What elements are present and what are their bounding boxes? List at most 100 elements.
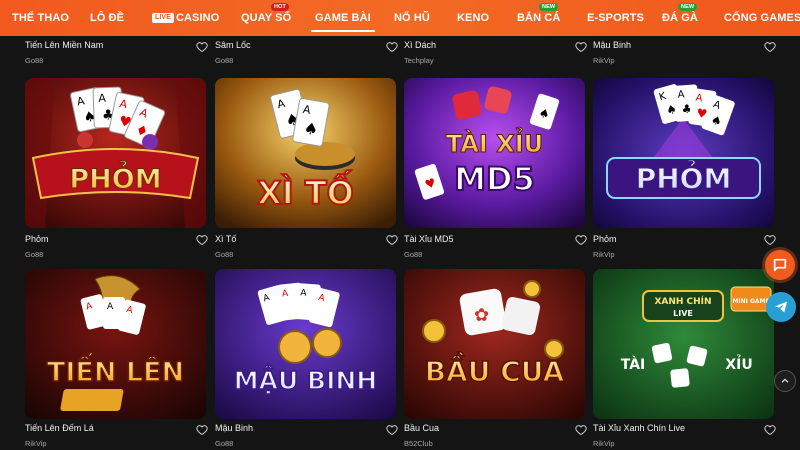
hot-badge: HOT xyxy=(271,3,289,11)
game-card[interactable]: A ♠ A ♣ A ♥ A ♦ PHỎM Phỏm Go88 xyxy=(25,78,208,263)
game-title: Mậu Binh xyxy=(215,423,254,433)
game-title: Phỏm xyxy=(593,234,617,244)
new-badge: NEW xyxy=(678,3,698,11)
heart-icon[interactable] xyxy=(386,234,398,246)
game-title: Tiến Lên Miền Nam xyxy=(25,40,104,50)
top-navigation: THỂ THAO LÔ ĐỀ LIVE CASINO QUAY SỐ HOT GAM… xyxy=(0,0,800,36)
game-art-title: PHỎM xyxy=(69,159,161,195)
game-title: Xì Dách xyxy=(404,40,437,50)
game-art-title: XÌ TỐ xyxy=(257,169,354,212)
nav-item-e-sports[interactable]: E-SPORTS xyxy=(587,0,644,36)
telegram-icon xyxy=(775,301,787,313)
game-provider: RikVip xyxy=(593,439,615,448)
nav-item-casino[interactable]: LIVE CASINO xyxy=(152,0,219,36)
game-thumbnail[interactable]: ♠ ♥ TÀI XỈU MD5 xyxy=(404,78,585,228)
game-art-title: TÀI XỈU xyxy=(446,125,543,158)
game-card[interactable]: A ♠ A ♠ XÌ TỐ Xì Tố Go88 xyxy=(215,78,398,263)
game-card-info[interactable]: Sâm Lốc Go88 xyxy=(215,36,398,70)
heart-icon[interactable] xyxy=(575,41,587,53)
game-thumbnail[interactable]: A ♠ A ♣ A ♥ A ♦ PHỎM xyxy=(25,78,206,228)
chevron-up-icon xyxy=(781,378,789,383)
game-thumbnail[interactable]: A A A A MẬU BINH xyxy=(215,269,396,419)
svg-text:A: A xyxy=(98,92,106,105)
game-art-minigame: MINI GAME xyxy=(732,298,769,305)
game-art-subtitle: MD5 xyxy=(454,160,535,198)
game-provider: RikVip xyxy=(593,56,615,65)
heart-icon[interactable] xyxy=(386,424,398,436)
heart-icon[interactable] xyxy=(764,424,776,436)
game-title: Tài Xỉu Xanh Chín Live xyxy=(593,423,686,433)
nav-item-keno[interactable]: KENO xyxy=(457,0,489,36)
svg-text:✿: ✿ xyxy=(474,305,489,326)
game-card-info[interactable]: Tiến Lên Miền Nam Go88 xyxy=(25,36,208,70)
game-provider: Techplay xyxy=(404,56,434,65)
nav-label: QUAY SỐ xyxy=(241,12,292,24)
game-thumbnail[interactable]: A ♠ A ♠ XÌ TỐ xyxy=(215,78,396,228)
nav-label: GAME BÀI xyxy=(315,12,371,24)
nav-label: THỂ THAO xyxy=(12,12,70,24)
nav-item-ban-ca[interactable]: BẮN CÁ NEW xyxy=(517,0,560,36)
game-thumbnail[interactable]: ✿ BẦU CUA xyxy=(404,269,585,419)
nav-item-the-thao[interactable]: THỂ THAO xyxy=(12,0,69,36)
nav-item-game-bai[interactable]: GAME BÀI xyxy=(311,0,375,36)
game-card-info[interactable]: Xì Dách Techplay xyxy=(404,36,587,70)
game-art-title: MẬU BINH xyxy=(234,365,377,395)
heart-icon[interactable] xyxy=(196,424,208,436)
game-art-tai: TÀI xyxy=(621,356,646,373)
nav-label: CASINO xyxy=(175,12,220,24)
game-provider: RikVip xyxy=(593,250,615,259)
heart-icon[interactable] xyxy=(764,41,776,53)
game-card[interactable]: A A A A MẬU BINH Mậu Binh Go88 xyxy=(215,269,398,450)
game-art-badge: XANH CHÍN xyxy=(654,295,711,307)
chat-support-button[interactable] xyxy=(765,250,795,280)
heart-icon[interactable] xyxy=(386,41,398,53)
game-grid: Tiến Lên Miền Nam Go88 Sâm Lốc Go88 Xì D… xyxy=(0,36,800,450)
game-provider: Go88 xyxy=(25,250,44,259)
game-provider: Go88 xyxy=(25,56,44,65)
game-card[interactable]: K ♠ A ♣ A ♥ A ♠ PHỎM Phỏm RikVip xyxy=(593,78,776,263)
game-provider: Go88 xyxy=(404,250,423,259)
heart-icon[interactable] xyxy=(575,424,587,436)
game-card[interactable]: XANH CHÍN LIVE MINI GAME TÀI XỈU Tài Xỉu… xyxy=(593,269,776,450)
game-art-title: BẦU CUA xyxy=(425,351,565,388)
nav-label: LÔ ĐỀ xyxy=(90,12,125,24)
heart-icon[interactable] xyxy=(575,234,587,246)
game-art-title: PHỎM xyxy=(636,157,732,195)
nav-label: E-SPORTS xyxy=(587,12,645,24)
game-card[interactable]: ♠ ♥ TÀI XỈU MD5 Tài Xỉu MD5 Go88 xyxy=(404,78,587,263)
game-title: Xì Tố xyxy=(215,234,237,244)
nav-item-da-ga[interactable]: ĐÁ GÀ NEW xyxy=(662,0,698,36)
game-card-info[interactable]: Mậu Binh RikVip xyxy=(593,36,776,70)
chat-icon xyxy=(773,258,787,272)
game-card[interactable]: ✿ BẦU CUA Bầu Cua B52Club xyxy=(404,269,587,450)
live-badge: LIVE xyxy=(152,13,174,23)
telegram-button[interactable] xyxy=(766,292,796,322)
scroll-top-button[interactable] xyxy=(774,370,796,392)
game-card[interactable]: A A A TIẾN LÊN Tiến Lên Đếm Lá RikVip xyxy=(25,269,208,450)
nav-label: KENO xyxy=(457,12,490,24)
nav-label: NỔ HŨ xyxy=(394,12,430,24)
nav-item-cong-games[interactable]: CỔNG GAMES xyxy=(724,0,800,36)
nav-label: BẮN CÁ xyxy=(517,12,561,24)
svg-text:A: A xyxy=(677,89,685,100)
nav-item-no-hu[interactable]: NỔ HŨ xyxy=(394,0,430,36)
heart-icon[interactable] xyxy=(764,234,776,246)
nav-label: ĐÁ GÀ xyxy=(662,12,698,24)
nav-item-quay-so[interactable]: QUAY SỐ HOT xyxy=(241,0,291,36)
nav-item-lo-de[interactable]: LÔ ĐỀ xyxy=(90,0,124,36)
game-art-badge-live: LIVE xyxy=(673,309,693,318)
nav-label: CỔNG GAMES xyxy=(724,12,800,24)
game-title: Phỏm xyxy=(25,234,49,244)
heart-icon[interactable] xyxy=(196,41,208,53)
game-thumbnail[interactable]: K ♠ A ♣ A ♥ A ♠ PHỎM xyxy=(593,78,774,228)
new-badge: NEW xyxy=(539,3,559,11)
game-title: Tài Xỉu MD5 xyxy=(404,234,454,244)
game-thumbnail[interactable]: A A A TIẾN LÊN xyxy=(25,269,206,419)
game-thumbnail[interactable]: XANH CHÍN LIVE MINI GAME TÀI XỈU xyxy=(593,269,774,419)
game-title: Tiến Lên Đếm Lá xyxy=(25,423,94,433)
game-provider: Go88 xyxy=(215,56,234,65)
game-provider: RikVip xyxy=(25,439,47,448)
heart-icon[interactable] xyxy=(196,234,208,246)
game-title: Mậu Binh xyxy=(593,40,632,50)
active-tab-indicator xyxy=(311,30,375,32)
